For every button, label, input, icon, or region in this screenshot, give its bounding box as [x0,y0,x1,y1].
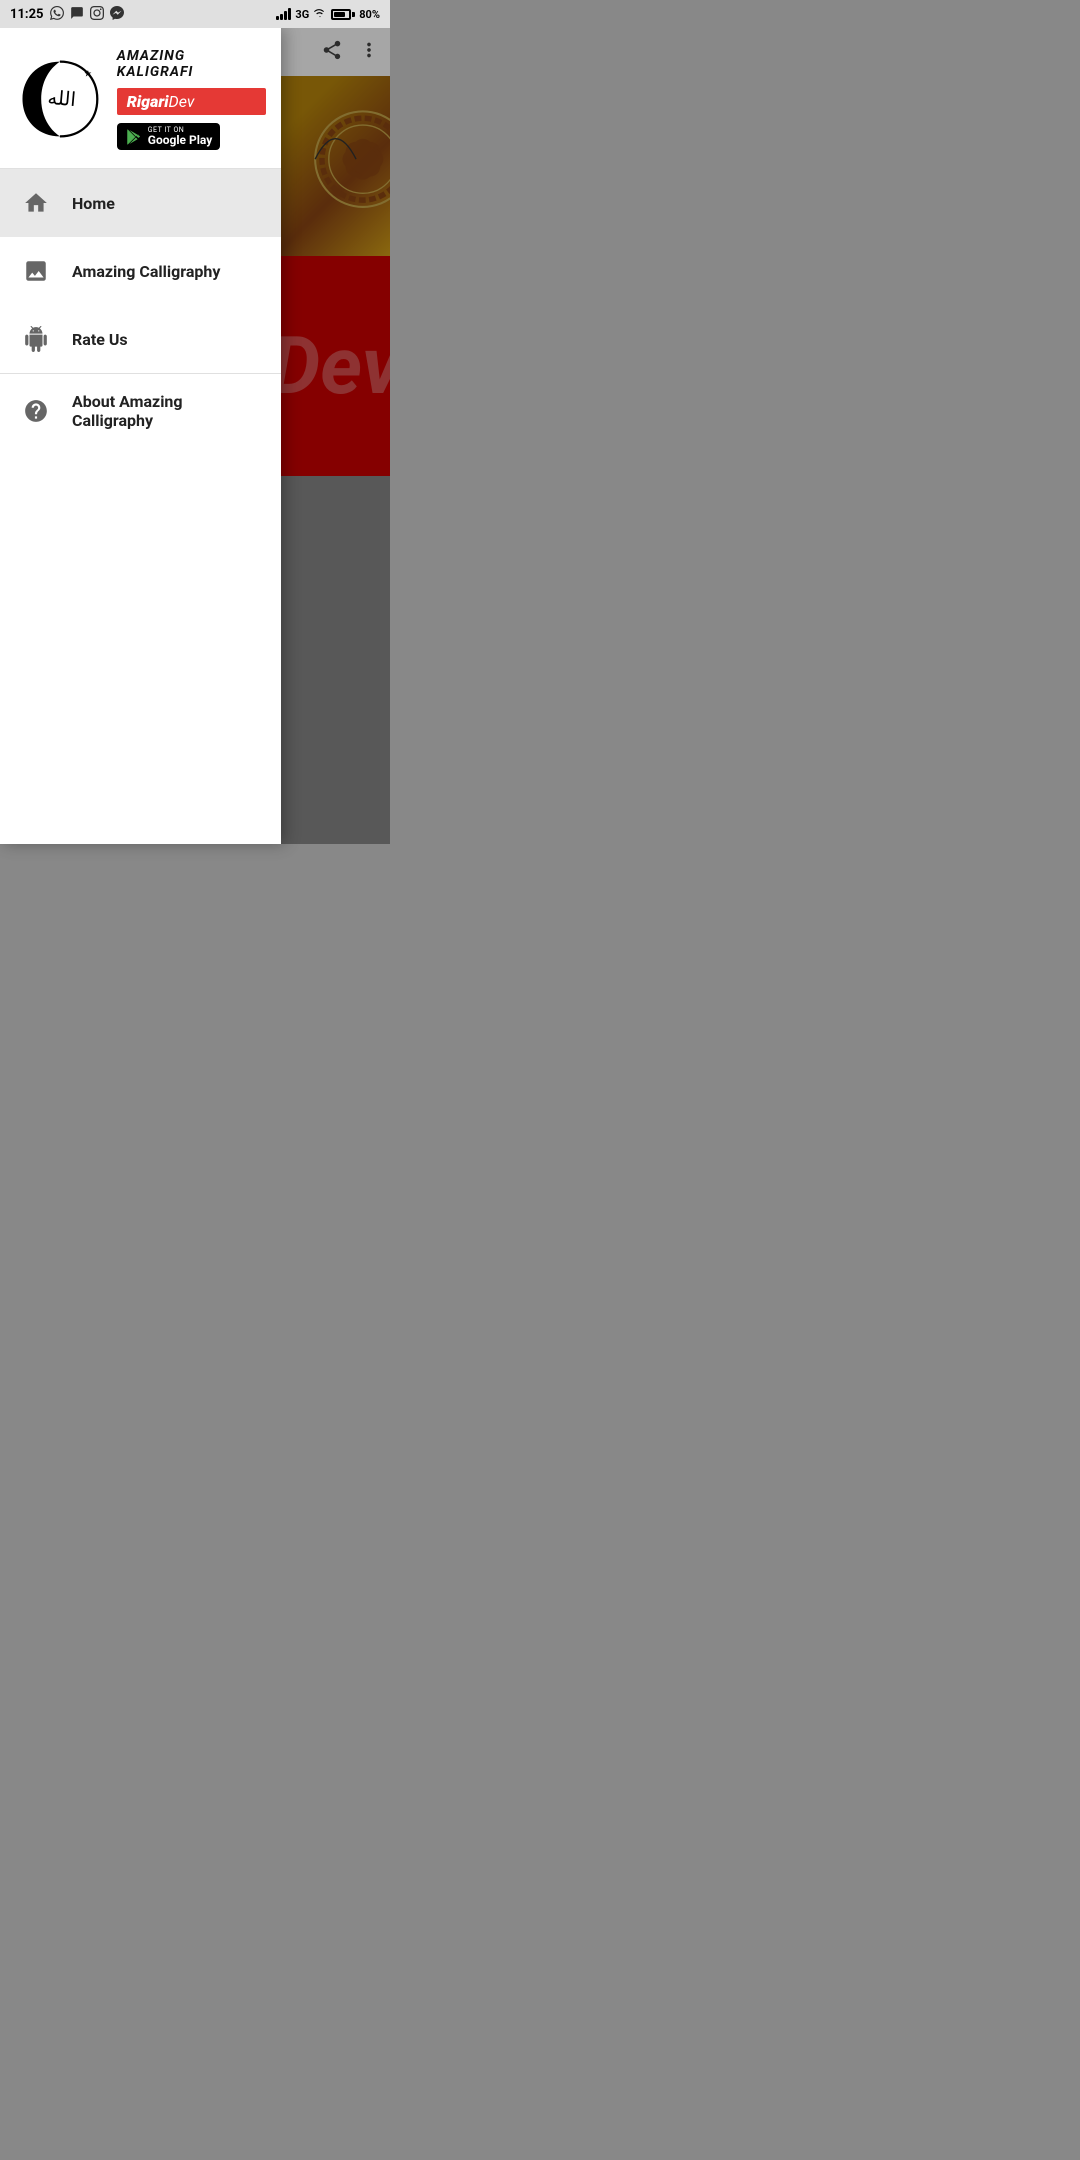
help-icon [20,395,52,427]
whatsapp-icon [50,6,64,23]
drawer-header: الله ★ AMAZING KALIGRAFI RigariDev GET I… [0,28,281,169]
home-icon [20,187,52,219]
menu-item-home[interactable]: Home [0,169,281,237]
google-play-label: Google Play [148,134,213,146]
battery-percent: 80% [359,8,380,21]
drawer: الله ★ AMAZING KALIGRAFI RigariDev GET I… [0,28,281,844]
wifi-icon [313,8,327,20]
amazing-calligraphy-label: Amazing Calligraphy [72,262,220,281]
content-dim-overlay[interactable] [281,28,390,844]
status-right: 3G 80% [276,8,380,21]
dev-text: Dev [169,92,195,111]
svg-text:الله: الله [47,88,77,111]
app-title: AMAZING KALIGRAFI [117,48,266,80]
menu-item-rate-us[interactable]: Rate Us [0,305,281,373]
main-layout: الله ★ AMAZING KALIGRAFI RigariDev GET I… [0,28,390,844]
signal-bars [276,8,291,20]
battery-icon [331,9,355,20]
google-play-text: GET IT ON Google Play [148,127,213,146]
network-type: 3G [295,8,309,21]
instagram-icon [90,6,104,23]
android-icon [20,323,52,355]
google-play-badge[interactable]: GET IT ON Google Play [117,123,221,150]
rate-us-label: Rate Us [72,330,128,349]
message-icon [70,6,84,23]
main-content-area: Dev [281,28,390,844]
app-logo: الله ★ [15,54,105,144]
menu-item-about[interactable]: About Amazing Calligraphy [0,374,281,448]
svg-text:★: ★ [84,70,92,80]
google-play-icon [125,128,143,146]
menu-item-amazing-calligraphy[interactable]: Amazing Calligraphy [0,237,281,305]
status-time: 11:25 [10,7,44,22]
status-bar: 11:25 [0,0,390,28]
drawer-header-content: AMAZING KALIGRAFI RigariDev GET IT ON Go… [117,48,266,150]
image-icon [20,255,52,287]
about-label: About Amazing Calligraphy [72,392,261,430]
rigari-text: Rigari [127,92,169,111]
messenger-icon [110,6,124,23]
drawer-menu: Home Amazing Calligraphy [0,169,281,844]
home-label: Home [72,194,115,213]
rigaridev-badge: RigariDev [117,88,266,115]
status-left: 11:25 [10,6,124,23]
